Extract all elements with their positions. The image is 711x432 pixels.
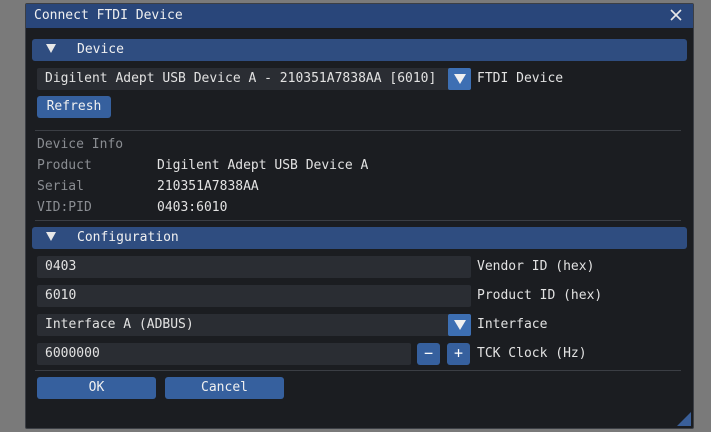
refresh-button[interactable]: Refresh [37,96,111,118]
interface-select-value: Interface A (ADBUS) [45,317,194,332]
vendor-id-value: 0403 [45,259,77,274]
divider [35,370,681,371]
connect-ftdi-dialog: Connect FTDI Device Device Digilent Adep… [25,3,694,429]
vendor-id-input[interactable]: 0403 [37,256,471,278]
window-title: Connect FTDI Device [34,8,183,23]
configuration-section-label: Configuration [77,230,179,245]
tck-clock-input[interactable]: 6000000 [37,343,411,365]
info-value-vidpid: 0403:6010 [157,200,228,215]
product-id-value: 6010 [45,288,77,303]
tck-clock-label: TCK Clock (Hz) [477,346,587,361]
device-select[interactable]: Digilent Adept USB Device A - 210351A783… [37,68,471,90]
configuration-section-header[interactable]: Configuration [32,227,687,249]
increment-button[interactable]: + [447,343,470,365]
device-section-header[interactable]: Device [32,39,687,61]
divider [35,130,681,131]
info-value-serial: 210351A7838AA [157,179,259,194]
interface-label: Interface [477,317,548,332]
cancel-button[interactable]: Cancel [165,377,284,399]
interface-dropdown-button[interactable] [448,314,471,336]
collapse-arrow-icon [46,232,56,241]
collapse-arrow-icon [46,44,56,53]
ok-button[interactable]: OK [37,377,156,399]
tck-clock-value: 6000000 [45,346,100,361]
product-id-label: Product ID (hex) [477,288,603,303]
device-select-value: Digilent Adept USB Device A - 210351A783… [45,71,437,86]
device-info-title: Device Info [37,137,124,152]
chevron-down-icon [454,320,466,330]
vendor-id-label: Vendor ID (hex) [477,259,595,274]
device-section-label: Device [77,42,124,57]
device-select-dropdown-button[interactable] [448,68,471,90]
decrement-button[interactable]: − [417,343,440,365]
info-key-product: Product [37,158,92,173]
resize-grip-icon[interactable] [677,412,691,426]
info-key-vidpid: VID:PID [37,200,92,215]
title-bar[interactable]: Connect FTDI Device [26,4,693,28]
chevron-down-icon [454,74,466,84]
divider [35,220,681,221]
close-icon[interactable] [669,8,683,22]
product-id-input[interactable]: 6010 [37,285,471,307]
device-select-label: FTDI Device [477,71,564,86]
interface-select[interactable]: Interface A (ADBUS) [37,314,471,336]
info-key-serial: Serial [37,179,84,194]
info-value-product: Digilent Adept USB Device A [157,158,369,173]
